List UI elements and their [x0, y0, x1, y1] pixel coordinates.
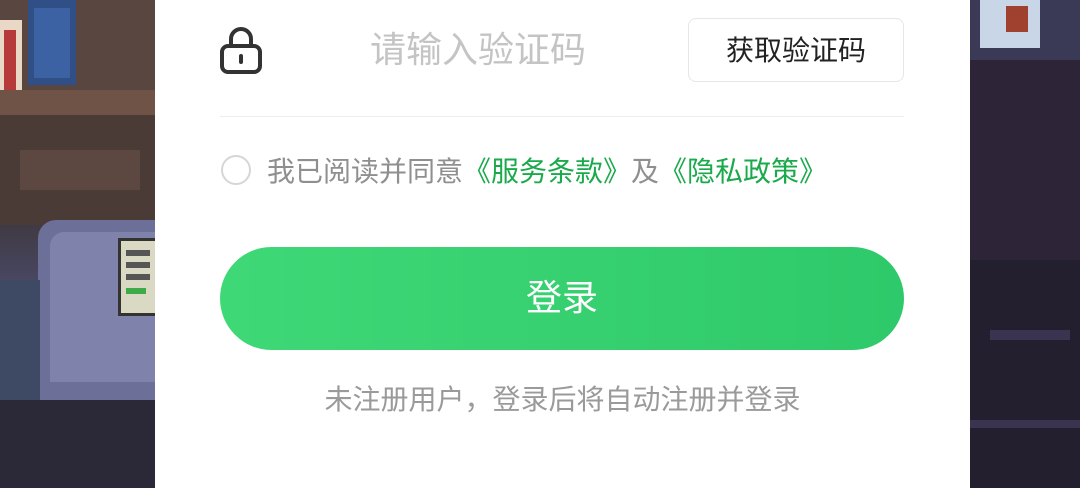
- agreement-checkbox[interactable]: [221, 155, 251, 185]
- agreement-conjunction: 及: [631, 155, 660, 188]
- verification-code-row: 获取验证码: [220, 16, 904, 86]
- terms-of-service-link[interactable]: 《服务条款》: [463, 150, 631, 190]
- login-button[interactable]: 登录: [220, 247, 904, 350]
- lock-icon: [220, 26, 262, 74]
- background-art-left: [0, 0, 155, 488]
- agreement-row: 我已阅读并同意 《服务条款》 及 《隐私政策》: [221, 150, 921, 190]
- agreement-prefix: 我已阅读并同意: [267, 155, 464, 188]
- login-card: 获取验证码 我已阅读并同意 《服务条款》 及 《隐私政策》 登录 未注册用户，登…: [155, 0, 970, 488]
- divider: [220, 116, 904, 117]
- auto-register-hint: 未注册用户，登录后将自动注册并登录: [324, 383, 801, 416]
- get-code-button[interactable]: 获取验证码: [688, 18, 904, 82]
- privacy-policy-link[interactable]: 《隐私政策》: [659, 150, 827, 190]
- verification-code-input[interactable]: [370, 24, 730, 76]
- background-art-right: [970, 0, 1080, 488]
